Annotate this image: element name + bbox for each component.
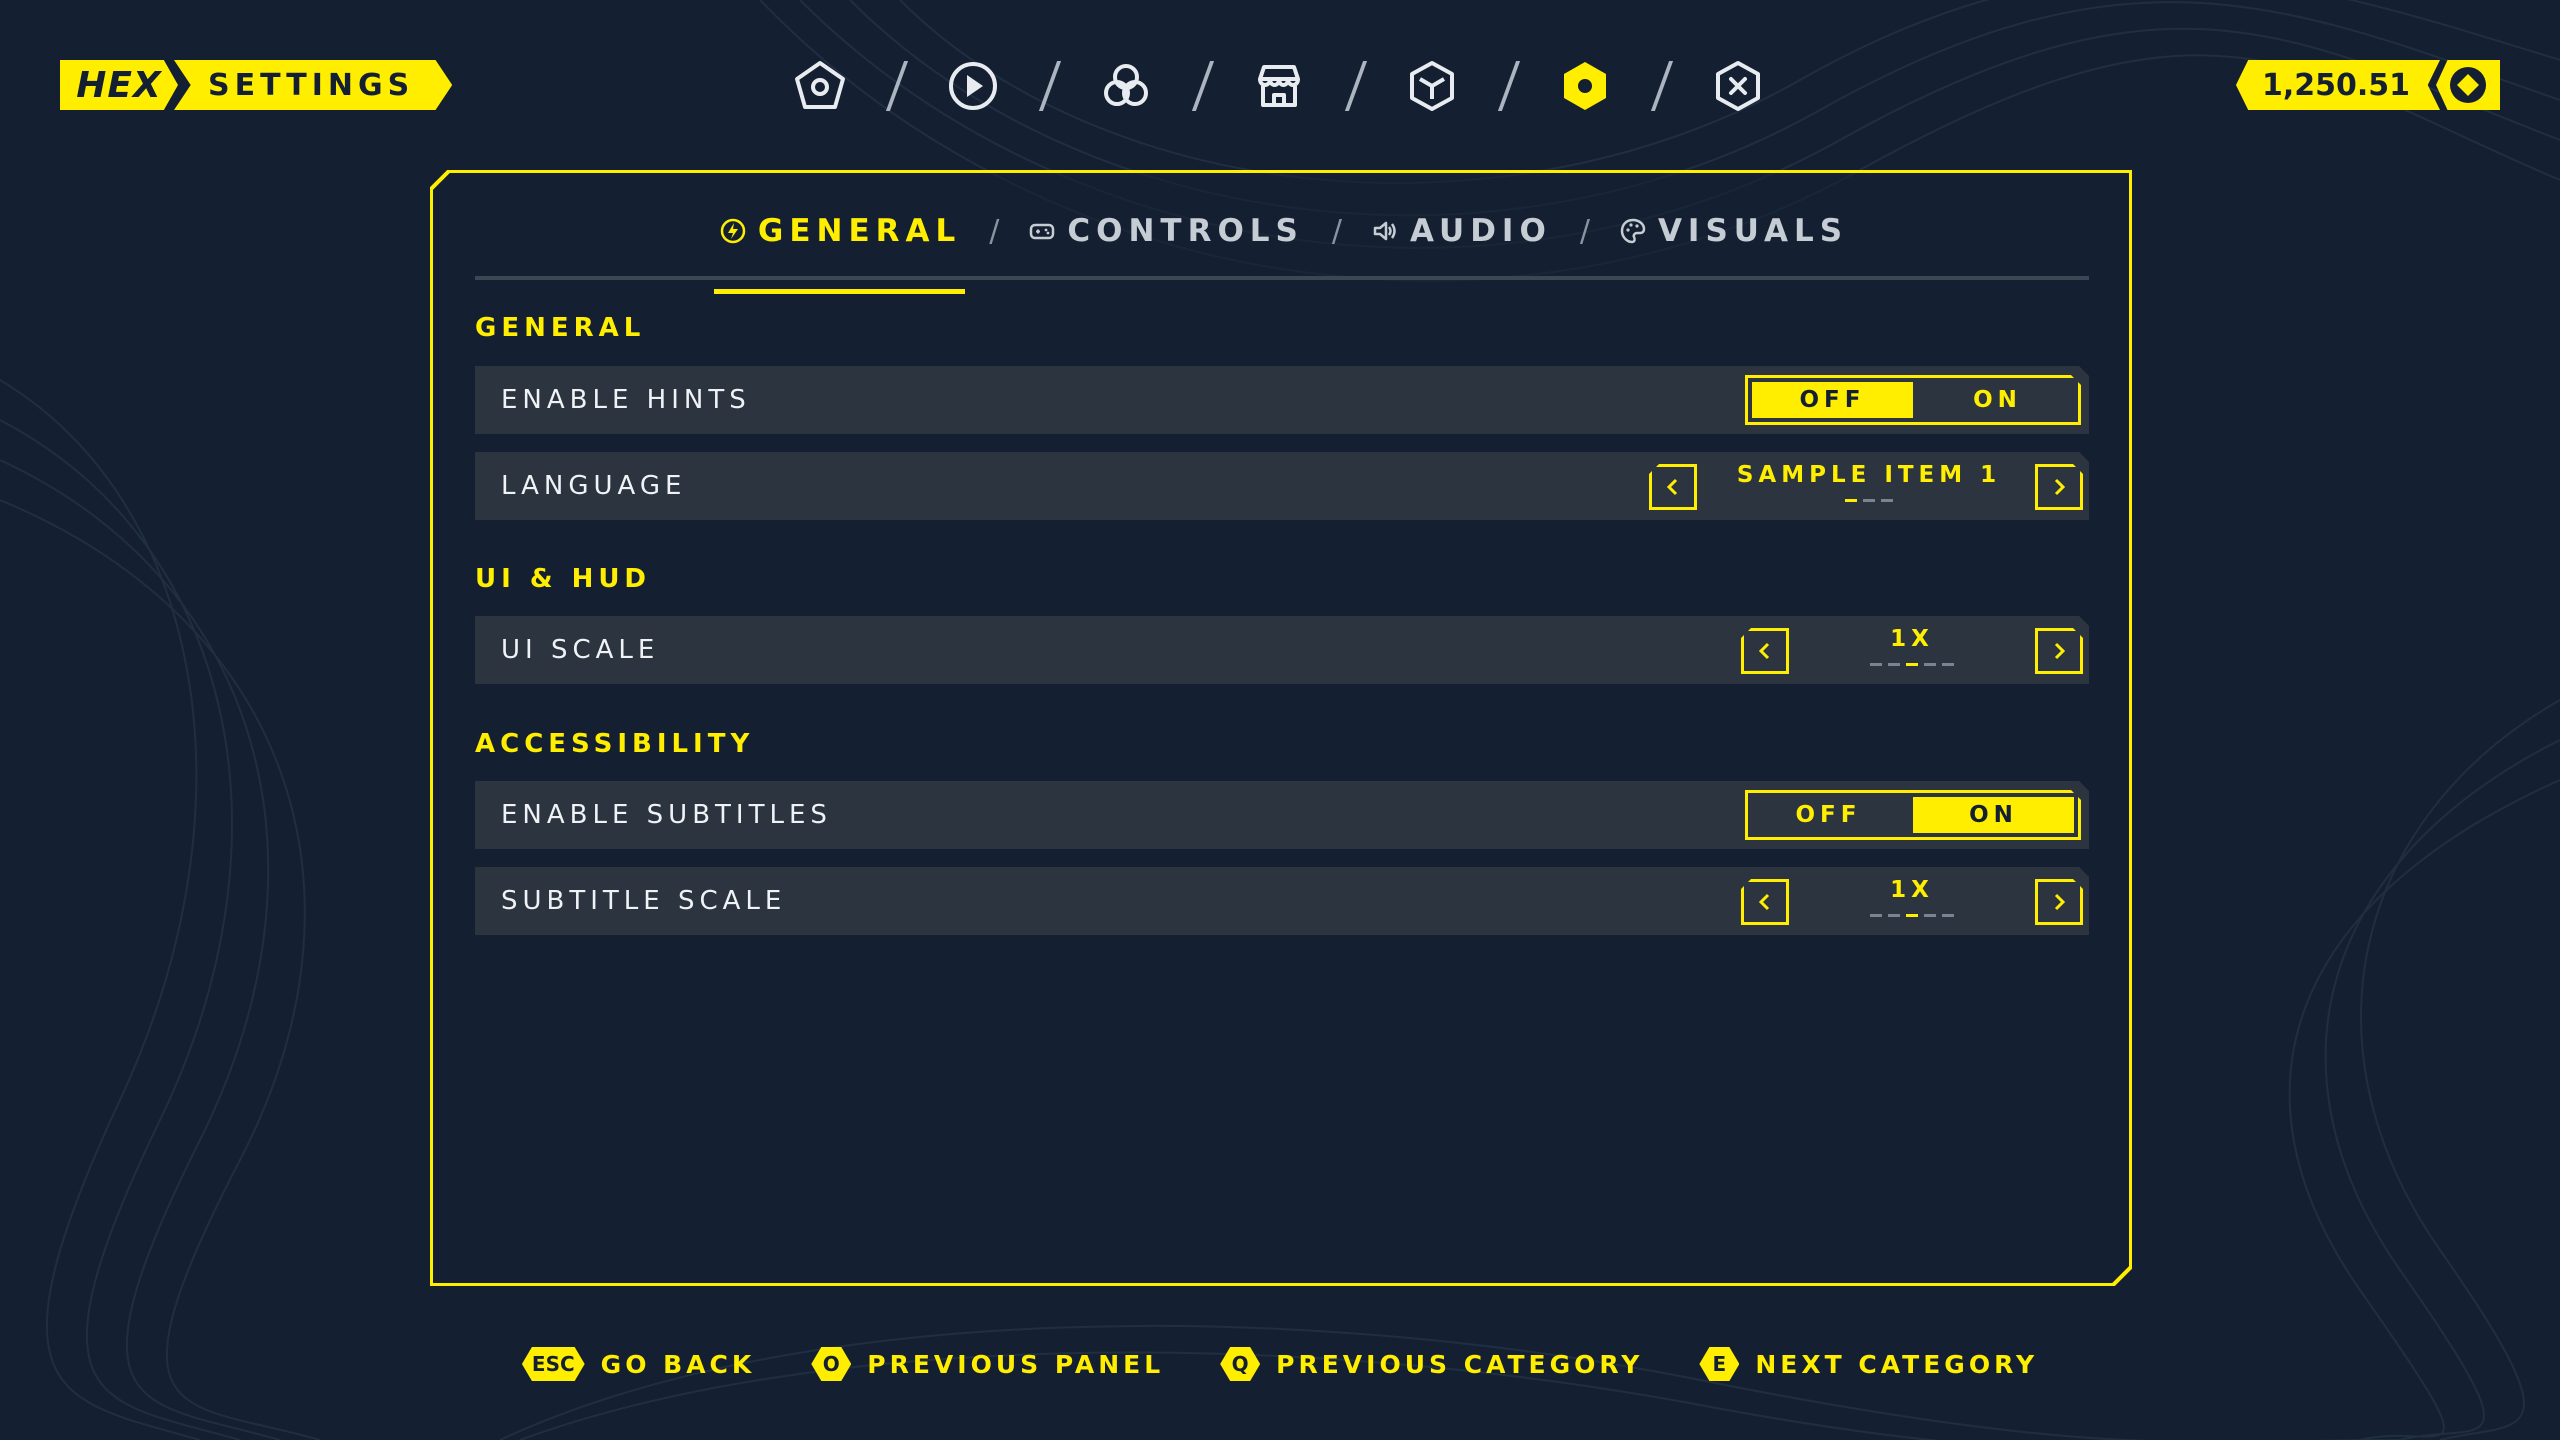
tab-separator: / <box>1579 213 1590 249</box>
ui-scale-prev-button[interactable] <box>1741 628 1789 674</box>
toggle-off-option[interactable]: OFF <box>1748 793 1909 837</box>
tab-separator: / <box>1331 213 1342 249</box>
social-circles-icon[interactable] <box>1096 56 1156 116</box>
language-next-button[interactable] <box>2035 464 2083 510</box>
nav-separator <box>1309 56 1402 116</box>
nav-separator <box>850 56 943 116</box>
toggle-on-option[interactable]: ON <box>1913 797 2074 833</box>
setting-row-enable-hints: ENABLE HINTS OFF ON <box>475 366 2089 434</box>
language-value: SAMPLE ITEM 1 <box>1736 462 2002 488</box>
ui-scale-next-button[interactable] <box>2035 628 2083 674</box>
hint-go-back[interactable]: ESC GO BACK <box>522 1347 755 1381</box>
bolt-icon <box>718 216 748 246</box>
setting-row-subtitle-scale: SUBTITLE SCALE 1X <box>475 867 2089 935</box>
brand-logo: HEX <box>60 60 178 110</box>
setting-label: ENABLE HINTS <box>501 385 751 415</box>
currency-amount: 1,250.51 <box>2235 60 2440 110</box>
ui-scale-selector: 1X <box>1741 616 2089 684</box>
tab-separator: / <box>989 213 1000 249</box>
tab-audio[interactable]: AUDIO <box>1366 201 1556 261</box>
hint-label: GO BACK <box>600 1349 756 1379</box>
subtitle-scale-selector: 1X <box>1741 867 2089 935</box>
chevron-left-icon <box>1663 475 1683 499</box>
setting-row-language: LANGUAGE SAMPLE ITEM 1 <box>475 452 2089 520</box>
settings-hex-icon[interactable] <box>1555 56 1615 116</box>
currency-display: 1,250.51 <box>2235 60 2500 110</box>
tabs-divider <box>475 276 2089 280</box>
tab-controls[interactable]: CONTROLS <box>1023 201 1308 261</box>
ui-scale-value: 1X <box>1890 626 1934 652</box>
chevron-left-icon <box>1755 890 1775 914</box>
tab-label: VISUALS <box>1657 213 1849 249</box>
key-badge: O <box>811 1347 851 1381</box>
setting-label: ENABLE SUBTITLES <box>501 800 832 830</box>
cube-icon[interactable] <box>1402 56 1462 116</box>
speaker-icon <box>1370 216 1400 246</box>
chevron-left-icon <box>1755 639 1775 663</box>
tab-label: GENERAL <box>757 213 962 249</box>
hint-label: PREVIOUS PANEL <box>867 1349 1165 1379</box>
language-selector: SAMPLE ITEM 1 <box>1649 452 2089 520</box>
tab-general[interactable]: GENERAL <box>714 201 965 261</box>
language-option-dots <box>1709 499 2029 502</box>
setting-label: LANGUAGE <box>501 471 687 501</box>
ui-scale-option-dots <box>1801 663 2023 666</box>
nav-separator <box>1615 56 1708 116</box>
chevron-right-icon <box>2049 475 2069 499</box>
settings-panel: GENERAL / CONTROLS / AUDIO / VISUALS GEN… <box>430 170 2132 1286</box>
tab-label: AUDIO <box>1409 213 1552 249</box>
enable-hints-toggle[interactable]: OFF ON <box>1745 375 2081 425</box>
chevron-right-icon <box>2049 639 2069 663</box>
subtitle-scale-prev-button[interactable] <box>1741 879 1789 925</box>
toggle-off-option[interactable]: OFF <box>1752 382 1913 418</box>
palette-icon <box>1618 216 1648 246</box>
section-title-accessibility: ACCESSIBILITY <box>475 729 755 759</box>
key-badge: E <box>1699 1347 1739 1381</box>
tab-visuals[interactable]: VISUALS <box>1614 201 1852 261</box>
store-icon[interactable] <box>1249 56 1309 116</box>
subtitle-scale-next-button[interactable] <box>2035 879 2083 925</box>
coin-icon <box>2436 60 2500 110</box>
setting-row-enable-subtitles: ENABLE SUBTITLES OFF ON <box>475 781 2089 849</box>
hint-next-category[interactable]: E NEXT CATEGORY <box>1699 1347 2038 1381</box>
language-prev-button[interactable] <box>1649 464 1697 510</box>
setting-label: SUBTITLE SCALE <box>501 886 787 916</box>
subtitle-scale-value: 1X <box>1890 877 1934 903</box>
panel-corner-accent <box>430 170 451 191</box>
chevron-right-icon <box>2049 890 2069 914</box>
hint-previous-panel[interactable]: O PREVIOUS PANEL <box>811 1347 1164 1381</box>
brand-badge: HEX SETTINGS <box>60 60 453 110</box>
toggle-on-option[interactable]: ON <box>1917 378 2078 422</box>
tab-label: CONTROLS <box>1067 213 1304 249</box>
setting-row-ui-scale: UI SCALE 1X <box>475 616 2089 684</box>
top-navigation <box>790 56 1768 116</box>
page-title: SETTINGS <box>174 60 453 110</box>
hint-previous-category[interactable]: Q PREVIOUS CATEGORY <box>1220 1347 1643 1381</box>
nav-separator <box>1156 56 1249 116</box>
section-title-general: GENERAL <box>475 313 646 343</box>
key-badge: Q <box>1220 1347 1260 1381</box>
gamepad-icon <box>1027 216 1057 246</box>
play-icon[interactable] <box>943 56 1003 116</box>
section-title-ui-hud: UI & HUD <box>475 564 652 594</box>
enable-subtitles-toggle[interactable]: OFF ON <box>1745 790 2081 840</box>
home-pentagon-icon[interactable] <box>790 56 850 116</box>
nav-separator <box>1003 56 1096 116</box>
subtitle-scale-option-dots <box>1801 914 2023 917</box>
key-badge: ESC <box>522 1347 585 1381</box>
control-hints: ESC GO BACK O PREVIOUS PANEL Q PREVIOUS … <box>0 1336 2560 1392</box>
close-hex-icon[interactable] <box>1708 56 1768 116</box>
hint-label: NEXT CATEGORY <box>1755 1349 2039 1379</box>
panel-corner-accent <box>2111 1265 2132 1286</box>
nav-separator <box>1462 56 1555 116</box>
hint-label: PREVIOUS CATEGORY <box>1276 1349 1644 1379</box>
setting-label: UI SCALE <box>501 635 660 665</box>
